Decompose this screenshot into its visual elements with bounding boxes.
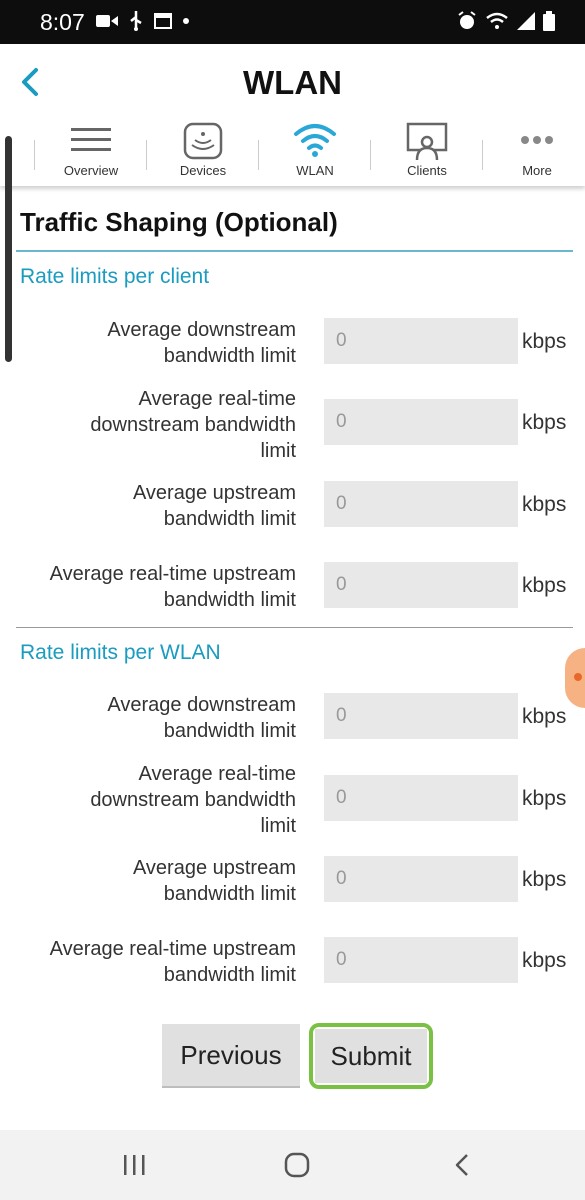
tab-label: WLAN <box>296 163 334 178</box>
client-avg-realtime-upstream-input[interactable] <box>324 562 518 608</box>
previous-button[interactable]: Previous <box>162 1024 300 1088</box>
tab-divider <box>34 140 35 170</box>
group-title-client: Rate limits per client <box>20 265 210 288</box>
wlan-avg-downstream-input[interactable] <box>324 693 518 739</box>
calendar-icon <box>154 13 172 29</box>
group-title-wlan: Rate limits per WLAN <box>20 641 221 664</box>
battery-icon <box>543 11 555 31</box>
field-label: Average downstream bandwidth limit <box>107 319 296 367</box>
client-avg-downstream-input[interactable] <box>324 318 518 364</box>
wifi-icon <box>294 124 336 157</box>
tab-devices[interactable]: Devices <box>153 118 253 186</box>
recent-apps-icon[interactable] <box>120 1150 150 1180</box>
tab-divider <box>370 140 371 170</box>
tab-bar: Overview Devices WLAN Clients More <box>0 118 585 186</box>
unit-label: kbps <box>522 949 567 972</box>
android-nav-bar <box>0 1130 585 1200</box>
alarm-icon <box>458 11 476 29</box>
dot-icon <box>183 18 189 24</box>
status-right-icons <box>457 11 555 31</box>
section-divider <box>16 250 573 252</box>
client-icon <box>406 122 448 161</box>
client-avg-realtime-downstream-input[interactable] <box>324 399 518 445</box>
field-label: Average upstream bandwidth limit <box>132 857 296 905</box>
unit-label: kbps <box>522 705 567 728</box>
section-title: Traffic Shaping (Optional) <box>20 207 338 237</box>
client-avg-upstream-input[interactable] <box>324 481 518 527</box>
unit-label: kbps <box>522 411 567 434</box>
tab-overview[interactable]: Overview <box>41 118 141 186</box>
field-label: Average real-time upstream bandwidth limi… <box>49 563 296 611</box>
app-header: WLAN <box>0 44 585 124</box>
status-left-icons <box>96 11 190 31</box>
more-icon <box>521 136 553 144</box>
floating-handle-dot <box>574 673 582 681</box>
tab-divider <box>146 140 147 170</box>
field-label: Average downstream bandwidth limit <box>107 694 296 742</box>
tab-label: Overview <box>63 163 119 178</box>
field-label: Average real-time downstream bandwidth lim… <box>90 388 296 462</box>
unit-label: kbps <box>522 574 567 597</box>
tab-label: Clients <box>407 163 447 178</box>
status-time: 8:07 <box>40 9 85 35</box>
wlan-avg-upstream-input[interactable] <box>324 856 518 902</box>
wlan-avg-realtime-downstream-input[interactable] <box>324 775 518 821</box>
usb-icon <box>130 11 142 31</box>
unit-label: kbps <box>522 868 567 891</box>
page-title: WLAN <box>243 64 342 101</box>
tab-divider <box>258 140 259 170</box>
field-label: Average upstream bandwidth limit <box>132 482 296 530</box>
tab-more[interactable]: More <box>487 118 585 186</box>
tab-clients[interactable]: Clients <box>377 118 477 186</box>
tab-label: Devices <box>179 163 227 178</box>
video-icon <box>96 15 118 27</box>
field-label: Average real-time downstream bandwidth lim… <box>90 763 296 837</box>
status-bar: 8:07 <box>0 0 585 44</box>
unit-label: kbps <box>522 787 567 810</box>
tab-label: More <box>522 163 552 178</box>
tab-divider <box>482 140 483 170</box>
signal-icon <box>517 12 535 30</box>
tab-wlan[interactable]: WLAN <box>265 118 365 186</box>
wlan-avg-realtime-upstream-input[interactable] <box>324 937 518 983</box>
device-icon <box>183 122 223 160</box>
home-icon[interactable] <box>283 1150 313 1180</box>
unit-label: kbps <box>522 493 567 516</box>
menu-icon <box>71 128 111 151</box>
field-label: Average real-time upstream bandwidth limi… <box>49 938 296 986</box>
wifi-icon <box>486 12 508 29</box>
submit-button[interactable]: Submit <box>315 1029 427 1083</box>
unit-label: kbps <box>522 330 567 353</box>
scroll-handle[interactable] <box>5 136 12 362</box>
back-icon[interactable] <box>448 1150 478 1180</box>
group-divider <box>16 627 573 628</box>
